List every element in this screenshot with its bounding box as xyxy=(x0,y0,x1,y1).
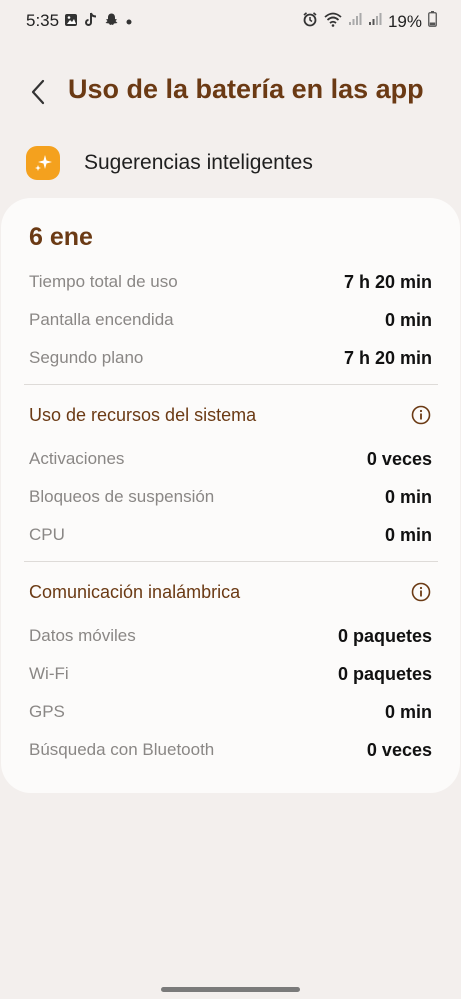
wireless-row-gps: GPS 0 min xyxy=(29,700,432,724)
wireless-title: Comunicación inalámbrica xyxy=(29,581,241,602)
status-time: 5:35 xyxy=(26,11,60,30)
resource-value: 0 min xyxy=(384,524,432,545)
signal-icon-1 xyxy=(348,12,362,31)
gesture-nav-handle[interactable] xyxy=(161,987,300,992)
resource-label: Bloqueos de suspensión xyxy=(29,487,215,506)
system-resources-title: Uso de recursos del sistema xyxy=(29,404,257,425)
smart-suggestions-label: Sugerencias inteligentes xyxy=(84,151,313,174)
wireless-header: Comunicación inalámbrica xyxy=(29,579,432,605)
back-button[interactable] xyxy=(22,76,54,108)
usage-value: 7 h 20 min xyxy=(343,271,432,292)
tiktok-icon xyxy=(84,12,98,32)
battery-usage-card: 6 ene Tiempo total de uso 7 h 20 min Pan… xyxy=(1,198,460,793)
sparkles-icon xyxy=(26,146,60,180)
wireless-label: Búsqueda con Bluetooth xyxy=(29,740,215,759)
page-title: Uso de la batería en las app xyxy=(68,74,424,104)
usage-label: Pantalla encendida xyxy=(29,310,174,329)
signal-icon-2 xyxy=(368,12,382,31)
usage-date: 6 ene xyxy=(29,223,93,251)
usage-row-screen-on: Pantalla encendida 0 min xyxy=(29,308,432,332)
wireless-label: Datos móviles xyxy=(29,626,136,645)
wireless-row-bluetooth-scan: Búsqueda con Bluetooth 0 veces xyxy=(29,738,432,762)
usage-value: 0 min xyxy=(384,309,432,330)
wireless-value: 0 veces xyxy=(366,739,432,760)
notification-icons xyxy=(64,12,133,32)
usage-row-total: Tiempo total de uso 7 h 20 min xyxy=(29,270,432,294)
wireless-value: 0 min xyxy=(384,701,432,722)
divider xyxy=(24,384,438,385)
resource-label: Activaciones xyxy=(29,449,125,468)
info-icon[interactable] xyxy=(410,404,432,426)
wireless-row-wifi: Wi-Fi 0 paquetes xyxy=(29,662,432,686)
resource-row-wakelocks: Bloqueos de suspensión 0 min xyxy=(29,485,432,509)
chevron-left-icon xyxy=(31,79,45,105)
status-bar: 5:35 19% xyxy=(0,0,461,42)
resource-row-cpu: CPU 0 min xyxy=(29,523,432,547)
smart-suggestions-item[interactable]: Sugerencias inteligentes xyxy=(26,146,313,180)
resource-value: 0 min xyxy=(384,486,432,507)
gallery-icon xyxy=(64,13,78,32)
status-right: 19% xyxy=(302,11,437,32)
battery-icon xyxy=(428,11,437,32)
resource-label: CPU xyxy=(29,525,65,544)
divider xyxy=(24,561,438,562)
snapchat-icon xyxy=(104,12,119,32)
system-resources-header: Uso de recursos del sistema xyxy=(29,402,432,428)
wireless-value: 0 paquetes xyxy=(337,625,432,646)
wireless-row-mobile-data: Datos móviles 0 paquetes xyxy=(29,624,432,648)
info-icon[interactable] xyxy=(410,581,432,603)
resource-value: 0 veces xyxy=(366,448,432,469)
wifi-icon xyxy=(324,12,342,32)
usage-value: 7 h 20 min xyxy=(343,347,432,368)
usage-label: Tiempo total de uso xyxy=(29,272,178,291)
usage-label: Segundo plano xyxy=(29,348,144,367)
alarm-icon xyxy=(302,11,318,32)
battery-percent: 19% xyxy=(387,11,422,31)
more-notifications-dot-icon xyxy=(125,13,133,31)
resource-row-activations: Activaciones 0 veces xyxy=(29,447,432,471)
wireless-value: 0 paquetes xyxy=(337,663,432,684)
wireless-label: Wi-Fi xyxy=(29,664,69,683)
usage-row-background: Segundo plano 7 h 20 min xyxy=(29,346,432,370)
wireless-label: GPS xyxy=(29,702,65,721)
